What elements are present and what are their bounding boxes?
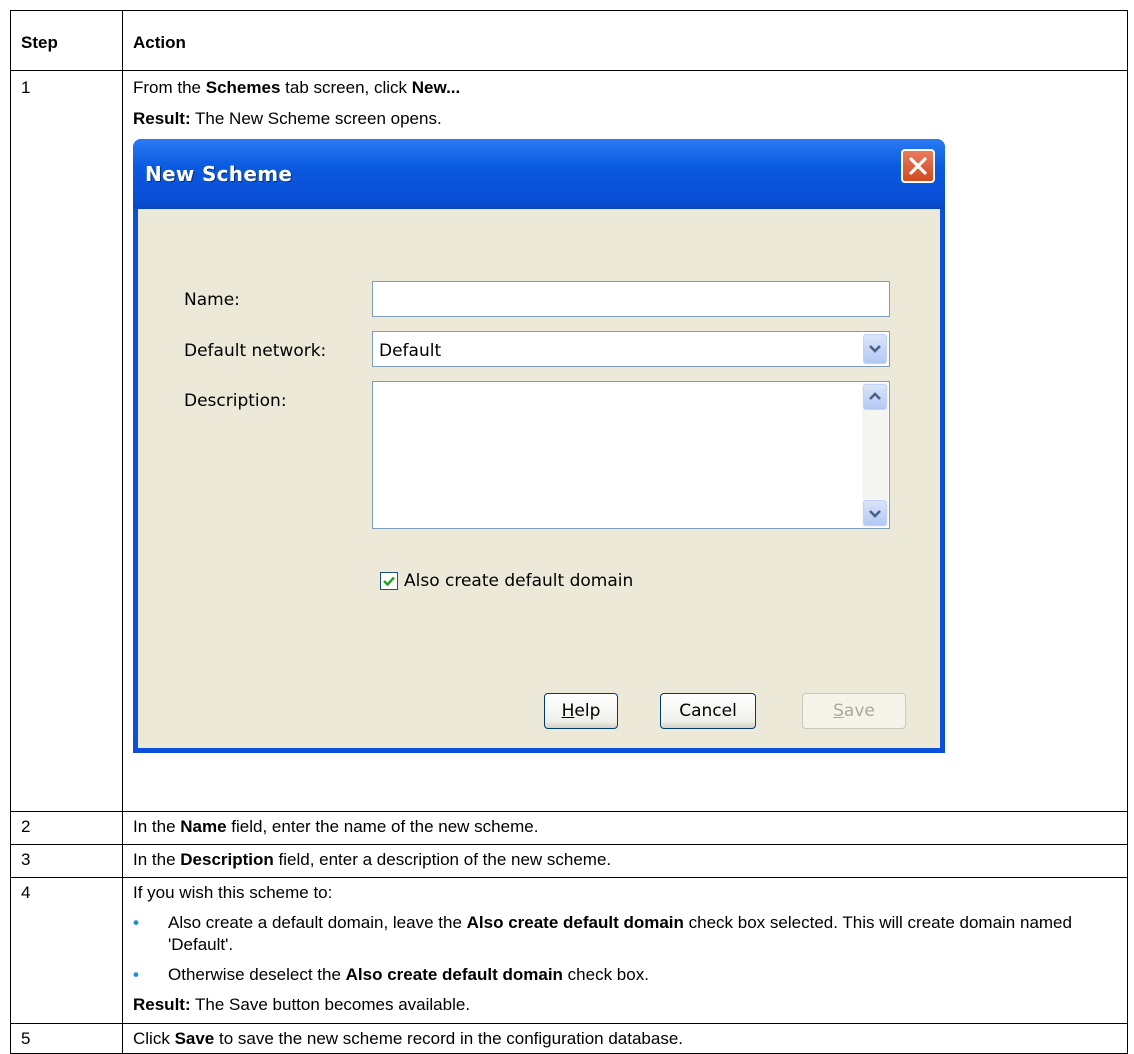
step-number: 2 bbox=[10, 811, 123, 845]
step-column-header: Step bbox=[10, 10, 123, 71]
default-network-label: Default network: bbox=[184, 341, 327, 361]
save-button[interactable]: Save bbox=[802, 693, 906, 729]
chevron-up-icon[interactable] bbox=[863, 384, 887, 410]
step-number: 3 bbox=[10, 844, 123, 878]
intro-text: If you wish this scheme to: bbox=[133, 883, 333, 902]
action-column-header: Action bbox=[122, 10, 1128, 71]
close-icon[interactable] bbox=[901, 149, 935, 183]
name-input[interactable] bbox=[372, 281, 890, 317]
step-action: In the Name field, enter the name of the… bbox=[122, 811, 1128, 845]
step-row: 1 From the Schemes tab screen, click New… bbox=[10, 70, 1128, 812]
description-textarea[interactable] bbox=[372, 381, 890, 529]
step-action: From the Schemes tab screen, click New..… bbox=[122, 70, 1128, 812]
list-item: • Otherwise deselect the Also create defa… bbox=[133, 965, 649, 984]
step-row: 5 Click Save to save the new scheme reco… bbox=[10, 1023, 1128, 1054]
step-row: 2 In the Name field, enter the name of t… bbox=[10, 811, 1128, 845]
default-domain-checkbox[interactable] bbox=[380, 572, 398, 590]
checkmark-icon bbox=[383, 576, 395, 587]
step-number: 5 bbox=[10, 1023, 123, 1054]
list-item: • Also create a default domain, leave the… bbox=[133, 913, 1072, 954]
default-network-select[interactable]: Default bbox=[372, 331, 890, 367]
chevron-down-icon[interactable] bbox=[863, 500, 887, 526]
step-number: 1 bbox=[10, 70, 123, 812]
bullet-icon: • bbox=[133, 913, 139, 932]
result-text: Result: The New Scheme screen opens. bbox=[133, 109, 442, 128]
dialog-title: New Scheme bbox=[145, 162, 293, 186]
dialog-body: Name: Default network: Default Descripti… bbox=[138, 209, 940, 748]
help-button[interactable]: Help bbox=[544, 693, 618, 729]
header-row: Step Action bbox=[10, 10, 1128, 71]
step-number: 4 bbox=[10, 877, 123, 1024]
scrollbar[interactable] bbox=[862, 383, 888, 527]
instruction-text: From the Schemes tab screen, click New..… bbox=[133, 78, 461, 97]
options-list: • Also create a default domain, leave the… bbox=[133, 912, 1117, 986]
description-label: Description: bbox=[184, 391, 287, 411]
step-row: 3 In the Description field, enter a desc… bbox=[10, 844, 1128, 878]
bullet-icon: • bbox=[133, 965, 139, 984]
step-action: If you wish this scheme to: • Also create… bbox=[122, 877, 1128, 1024]
name-label: Name: bbox=[184, 290, 240, 310]
procedure-table: Step Action 1 From the Schemes tab scree… bbox=[10, 10, 1128, 1054]
cancel-button[interactable]: Cancel bbox=[660, 693, 756, 729]
step-action: Click Save to save the new scheme record… bbox=[122, 1023, 1128, 1054]
default-domain-checkbox-label: Also create default domain bbox=[404, 571, 634, 591]
step-action: In the Description field, enter a descri… bbox=[122, 844, 1128, 878]
new-scheme-dialog: New Scheme Name: Default network: Defaul… bbox=[133, 139, 945, 753]
result-text: Result: The Save button becomes availabl… bbox=[133, 995, 471, 1014]
step-row: 4 If you wish this scheme to: • Also crea… bbox=[10, 877, 1128, 1024]
dialog-titlebar: New Scheme bbox=[133, 139, 945, 209]
default-network-value: Default bbox=[379, 341, 442, 361]
chevron-down-icon[interactable] bbox=[863, 334, 887, 364]
